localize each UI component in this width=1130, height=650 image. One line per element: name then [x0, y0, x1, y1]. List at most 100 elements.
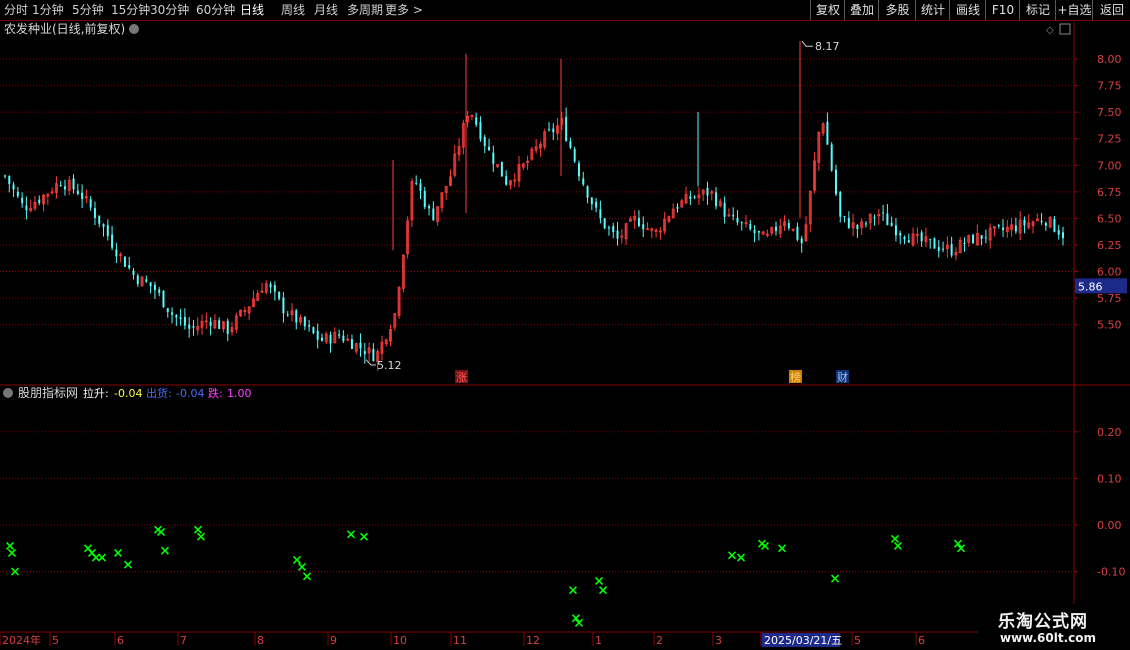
candle-body [757, 230, 760, 233]
candle-body [847, 217, 850, 228]
candle-body [415, 182, 418, 184]
diamond-icon[interactable]: ◇ [1046, 25, 1054, 36]
indicator-point [292, 555, 302, 565]
candle-body [320, 337, 323, 341]
candle-body [569, 141, 572, 148]
toolbar-button-7[interactable]: +自选 [1055, 0, 1093, 20]
candle-body [787, 223, 790, 228]
window-icon[interactable] [1059, 23, 1071, 35]
toolbar-button-8[interactable]: 返回 [1092, 0, 1130, 20]
tab-4[interactable]: 30分钟 [150, 2, 189, 18]
candle-body [359, 342, 362, 349]
candle-body [226, 320, 229, 334]
price-axis-label-8: 6.00 [1097, 266, 1122, 279]
tab-0[interactable]: 分时 [4, 2, 28, 18]
kline-chart[interactable]: 农发种业(日线,前复权) ◇ 8.00 7.75 7.50 7.25 7.00 6.75 6.5… [0, 20, 1130, 650]
candle-body [873, 216, 876, 218]
candle-body [145, 279, 148, 282]
candle-body [492, 152, 495, 164]
candle-body [920, 232, 923, 242]
candle-body [676, 206, 679, 209]
candle-body [595, 201, 598, 208]
low-marker-arrow [365, 359, 376, 366]
tab-1[interactable]: 1分钟 [32, 2, 64, 18]
candle-body [740, 222, 743, 224]
toolbar-button-5[interactable]: F10 [985, 0, 1020, 20]
time-axis-label-8: 12 [526, 634, 540, 647]
toolbar-button-2[interactable]: 多股 [878, 0, 916, 20]
candle-body [706, 187, 709, 196]
time-axis-label-9: 1 [595, 634, 602, 647]
time-axis-label-4: 8 [257, 634, 264, 647]
candle-body [123, 256, 126, 267]
toolbar-button-1[interactable]: 叠加 [844, 0, 879, 20]
candle-body [929, 239, 932, 241]
toolbar-button-6[interactable]: 标记 [1019, 0, 1056, 20]
indicator-fall-value: 1.00 [227, 387, 252, 400]
title-dropdown-icon[interactable] [129, 24, 139, 34]
candle-body [475, 117, 478, 125]
candle-body [749, 224, 752, 230]
indicator-dropdown-icon[interactable] [3, 388, 13, 398]
indicator-point [97, 553, 107, 562]
candle-body [128, 264, 131, 269]
indicator-rise-value: -0.04 [114, 387, 142, 400]
price-axis-label-9: 5.75 [1097, 292, 1122, 305]
candle-body [183, 316, 186, 326]
candle-body [432, 208, 435, 221]
candle-body [149, 282, 152, 287]
time-axis-label-0: 2024年 [2, 633, 41, 647]
tab-8[interactable]: 月线 [314, 2, 338, 18]
candle-body [483, 136, 486, 147]
candle-body [547, 129, 550, 131]
candle-body [162, 290, 165, 308]
tab-9[interactable]: 多周期 [347, 2, 383, 18]
candle-body [179, 317, 182, 320]
price-axis-label-7: 6.25 [1097, 239, 1122, 252]
indicator-point [830, 574, 840, 583]
tab-6[interactable]: 日线 [240, 2, 264, 18]
candle-body [732, 214, 735, 217]
candle-body [175, 315, 178, 318]
candle-body [278, 291, 281, 299]
candle-body [1057, 229, 1060, 235]
time-axis-label-2: 6 [117, 634, 124, 647]
price-axis-label-2: 7.50 [1097, 106, 1122, 119]
price-axis-label-0: 8.00 [1097, 53, 1122, 66]
indicator-point [5, 541, 15, 551]
tab-7[interactable]: 周线 [281, 2, 305, 18]
tab-10[interactable]: 更多 > [385, 2, 423, 18]
indicator-point [297, 562, 307, 572]
indicator-point [568, 586, 578, 595]
candle-body [372, 348, 375, 361]
tab-5[interactable]: 60分钟 [196, 2, 235, 18]
low-label: 5.12 [377, 359, 402, 372]
price-axis-label-5: 6.75 [1097, 186, 1122, 199]
event-marker-label-1: 榜 [790, 370, 801, 384]
candle-body [98, 215, 101, 224]
candle-body [63, 186, 66, 190]
tab-2[interactable]: 5分钟 [72, 2, 104, 18]
candle-body [642, 224, 645, 230]
candle-body [984, 237, 987, 239]
time-axis-label-6: 10 [393, 634, 407, 647]
candle-body [363, 351, 366, 355]
candle-body [856, 225, 859, 230]
tab-3[interactable]: 15分钟 [111, 2, 150, 18]
time-axis-label-14: 6 [918, 634, 925, 647]
indicator-fall-label: 跌: [208, 386, 223, 400]
candle-body [603, 218, 606, 229]
candle-body [188, 324, 191, 329]
candle-body [839, 191, 842, 217]
indicator-point [113, 548, 123, 558]
indicator-axis-label-2: 0.00 [1097, 519, 1122, 532]
candle-body [111, 234, 114, 248]
candle-body [308, 325, 311, 327]
candle-body [942, 248, 945, 250]
toolbar-button-4[interactable]: 画线 [949, 0, 986, 20]
candle-body [269, 283, 272, 288]
toolbar-button-0[interactable]: 复权 [810, 0, 845, 20]
candle-body [59, 185, 62, 187]
candle-body [423, 190, 426, 208]
toolbar-button-3[interactable]: 统计 [915, 0, 950, 20]
